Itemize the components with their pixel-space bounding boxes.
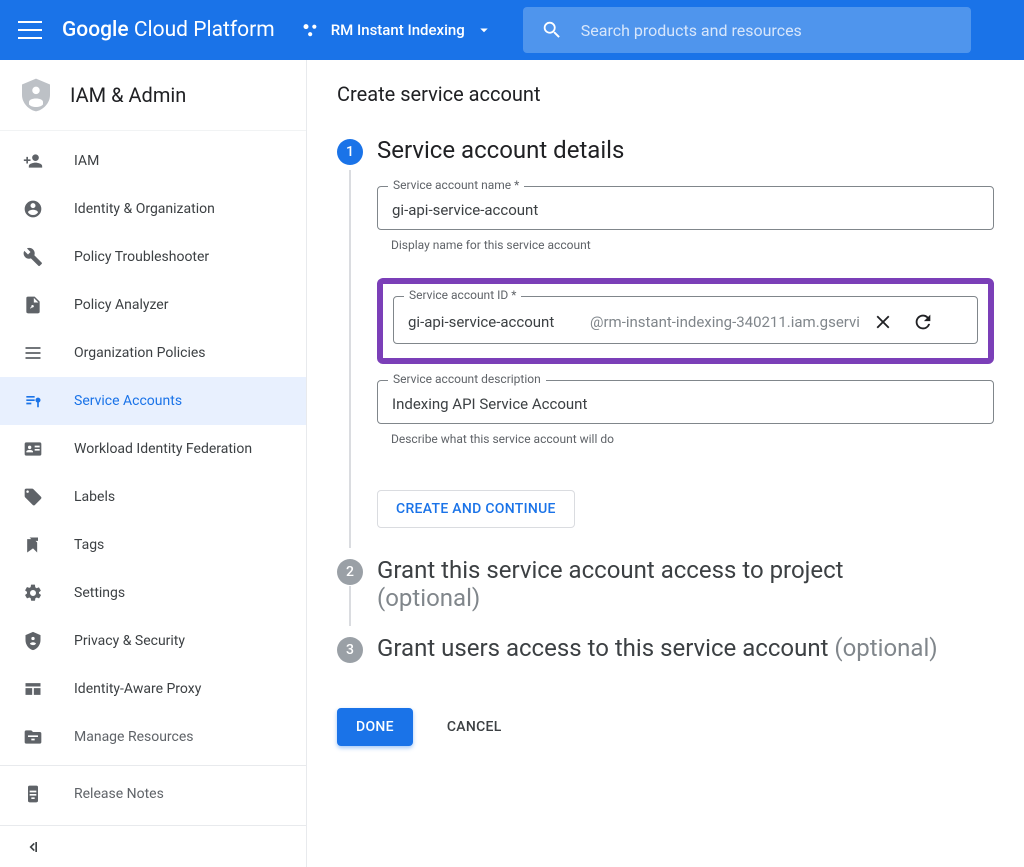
sidebar-item-label: Identity & Organization (74, 201, 215, 217)
sidebar-item-organization-policies[interactable]: Organization Policies (0, 329, 306, 377)
sidebar-item-tags[interactable]: Tags (0, 521, 306, 569)
sidebar-item-label: Policy Troubleshooter (74, 249, 209, 265)
sidebar-nav: IAM Identity & Organization Policy Trouble… (0, 131, 306, 825)
sidebar-item-policy-troubleshooter[interactable]: Policy Troubleshooter (0, 233, 306, 281)
service-account-name-input[interactable] (392, 201, 979, 219)
sidebar-item-service-accounts[interactable]: Service Accounts (0, 377, 306, 425)
create-and-continue-button[interactable]: CREATE AND CONTINUE (377, 490, 575, 528)
step-3-title: Grant users access to this service accou… (377, 634, 994, 662)
id-card-icon (22, 438, 44, 460)
sidebar-item-label: Privacy & Security (74, 633, 185, 649)
step-2[interactable]: 2 Grant this service account access to p… (337, 556, 994, 634)
sidebar-item-label: Identity-Aware Proxy (74, 681, 201, 697)
name-hint: Display name for this service account (377, 230, 994, 270)
sidebar-item-label: Labels (74, 489, 115, 505)
main-content: Create service account 1 Service account… (307, 60, 1024, 867)
shield-icon (22, 630, 44, 652)
service-account-id-highlight: Service account ID * @rm-instant-indexin… (377, 278, 994, 364)
sidebar-item-privacy-security[interactable]: Privacy & Security (0, 617, 306, 665)
page-header: Create service account (307, 60, 1024, 136)
menu-icon[interactable] (18, 18, 42, 42)
done-button[interactable]: DONE (337, 708, 413, 746)
search-bar[interactable] (523, 7, 971, 53)
id-label: Service account ID * (404, 288, 521, 302)
service-account-name-field: Service account name * Display name for … (377, 186, 994, 270)
tag-icon (22, 486, 44, 508)
cancel-button[interactable]: CANCEL (429, 708, 520, 746)
account-icon (22, 198, 44, 220)
desc-hint: Describe what this service account will … (377, 424, 994, 464)
sidebar-item-label: Organization Policies (74, 345, 206, 361)
person-add-icon (22, 150, 44, 172)
wrench-icon (22, 246, 44, 268)
sidebar-header: IAM & Admin (0, 60, 306, 131)
gear-icon (22, 582, 44, 604)
sidebar-item-label: Policy Analyzer (74, 297, 168, 313)
sidebar-title: IAM & Admin (70, 83, 186, 107)
key-account-icon (22, 390, 44, 412)
service-account-id-input[interactable] (408, 313, 578, 331)
chevron-left-icon (22, 837, 42, 857)
step-1-badge: 1 (337, 139, 363, 165)
sidebar-item-label: Settings (74, 585, 125, 601)
step-2-title: Grant this service account access to pro… (377, 556, 994, 612)
shield-icon (22, 78, 50, 112)
sidebar-item-settings[interactable]: Settings (0, 569, 306, 617)
search-input[interactable] (581, 21, 953, 40)
bookmark-icon (22, 534, 44, 556)
step-3-badge: 3 (337, 637, 363, 663)
sidebar-item-iam[interactable]: IAM (0, 137, 306, 185)
project-name: RM Instant Indexing (331, 21, 465, 39)
sidebar-item-workload-identity-federation[interactable]: Workload Identity Federation (0, 425, 306, 473)
sidebar-item-label: Workload Identity Federation (74, 441, 252, 457)
project-icon (301, 20, 321, 40)
brand-logo[interactable]: Google Cloud Platform (62, 18, 275, 42)
page-title: Create service account (337, 82, 994, 106)
clear-icon[interactable] (872, 311, 894, 333)
step-1: 1 Service account details Service accoun… (337, 136, 994, 548)
desc-label: Service account description (388, 372, 546, 386)
sidebar-item-label: Service Accounts (74, 393, 182, 409)
sidebar-item-label: Manage Resources (74, 729, 194, 745)
sidebar-item-label: Tags (74, 537, 104, 553)
topbar: Google Cloud Platform RM Instant Indexin… (0, 0, 1024, 60)
sidebar-item-release-notes[interactable]: Release Notes (0, 770, 306, 818)
id-domain-suffix: @rm-instant-indexing-340211.iam.gservi (590, 313, 860, 331)
manage-icon (22, 726, 44, 748)
sidebar-item-manage-resources[interactable]: Manage Resources (0, 713, 306, 761)
notes-icon (22, 783, 44, 805)
sidebar-item-label: IAM (74, 153, 99, 169)
collapse-sidebar-button[interactable] (0, 825, 306, 867)
iap-icon (22, 678, 44, 700)
sidebar-item-identity-organization[interactable]: Identity & Organization (0, 185, 306, 233)
sidebar-item-label: Release Notes (74, 786, 164, 802)
step-3[interactable]: 3 Grant users access to this service acc… (337, 634, 994, 690)
service-account-description-input[interactable] (392, 395, 979, 413)
sidebar-item-labels[interactable]: Labels (0, 473, 306, 521)
sidebar-item-identity-aware-proxy[interactable]: Identity-Aware Proxy (0, 665, 306, 713)
search-icon (541, 19, 563, 41)
bottom-actions: DONE CANCEL (307, 690, 1024, 776)
refresh-icon[interactable] (912, 311, 934, 333)
sidebar-item-policy-analyzer[interactable]: Policy Analyzer (0, 281, 306, 329)
step-1-title: Service account details (377, 136, 994, 164)
service-account-description-field: Service account description Describe wha… (377, 380, 994, 464)
sidebar: IAM & Admin IAM Identity & Organization Po… (0, 60, 307, 867)
doc-search-icon (22, 294, 44, 316)
list-icon (22, 342, 44, 364)
project-selector[interactable]: RM Instant Indexing (301, 20, 493, 40)
name-label: Service account name * (388, 178, 524, 192)
step-2-badge: 2 (337, 559, 363, 585)
chevron-down-icon (475, 21, 493, 39)
